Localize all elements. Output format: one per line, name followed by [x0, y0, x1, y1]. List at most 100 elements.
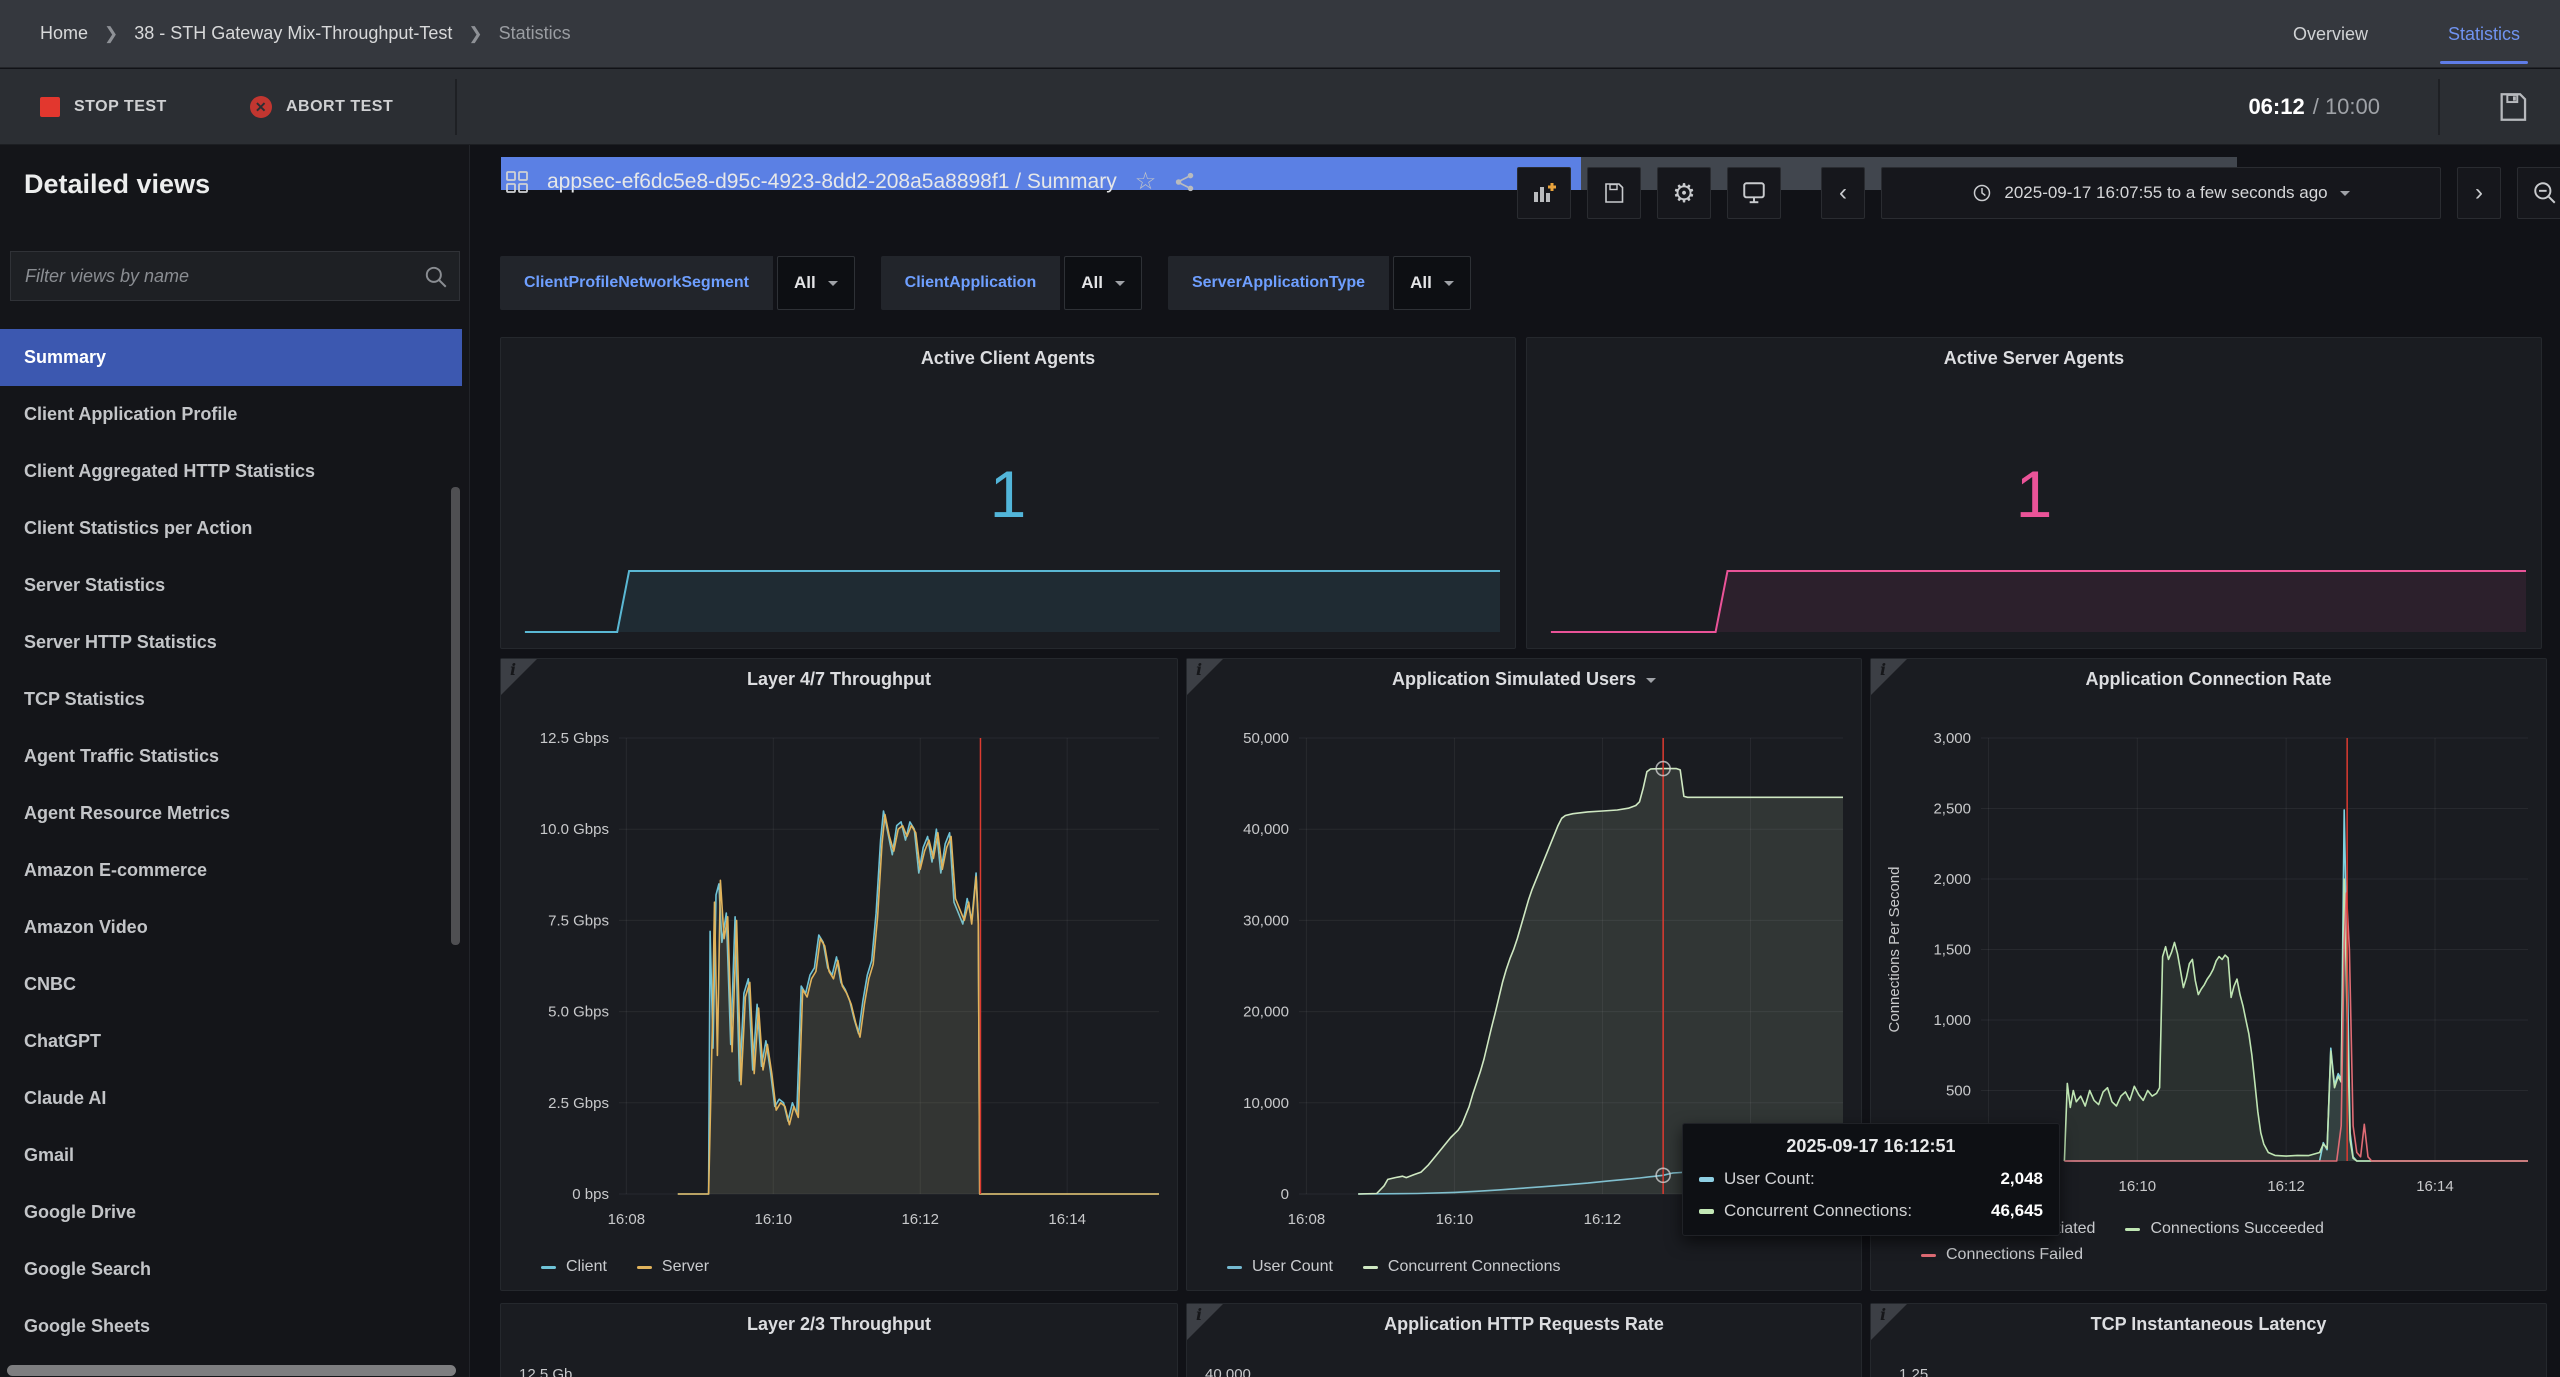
- sidebar-item-tcp-statistics[interactable]: TCP Statistics: [0, 671, 462, 728]
- panel-title[interactable]: Layer 2/3 Throughput: [501, 1314, 1177, 1335]
- dashboard-title[interactable]: appsec-ef6dc5e8-d95c-4923-8dd2-208a5a889…: [547, 170, 1117, 194]
- dashboard-settings-button[interactable]: ⚙: [1657, 167, 1711, 219]
- dashboard-variables-row: ClientProfileNetworkSegmentAllClientAppl…: [500, 256, 1497, 310]
- layer47-throughput-chart[interactable]: 16:0816:1016:1216:140 bps2.5 Gbps5.0 Gbp…: [501, 659, 1179, 1292]
- save-test-button[interactable]: [2496, 90, 2530, 124]
- tab-statistics[interactable]: Statistics: [2448, 0, 2520, 68]
- sidebar-item-agent-traffic-statistics[interactable]: Agent Traffic Statistics: [0, 728, 462, 785]
- variable-value-dropdown[interactable]: All: [777, 256, 855, 310]
- panel-title[interactable]: Active Client Agents: [501, 348, 1515, 369]
- sidebar-item-server-http-statistics[interactable]: Server HTTP Statistics: [0, 614, 462, 671]
- sidebar-item-client-aggregated-http-statistics[interactable]: Client Aggregated HTTP Statistics: [0, 443, 462, 500]
- svg-text:50,000: 50,000: [1243, 730, 1289, 747]
- svg-text:7.5 Gbps: 7.5 Gbps: [548, 912, 609, 929]
- sidebar-item-agent-resource-metrics[interactable]: Agent Resource Metrics: [0, 785, 462, 842]
- legend-series-label: Client: [566, 1258, 607, 1276]
- svg-text:10,000: 10,000: [1243, 1095, 1289, 1112]
- variable-label[interactable]: ClientProfileNetworkSegment: [500, 256, 773, 310]
- legend-item[interactable]: Concurrent Connections: [1363, 1258, 1561, 1276]
- svg-text:10.0 Gbps: 10.0 Gbps: [540, 821, 609, 838]
- panel-layer47-throughput: i Layer 4/7 Throughput 16:0816:1016:1216…: [500, 658, 1178, 1291]
- tab-overview[interactable]: Overview: [2293, 0, 2368, 68]
- stop-test-label: STOP TEST: [74, 98, 167, 116]
- zoom-out-time-button[interactable]: [2517, 167, 2560, 219]
- svg-text:16:08: 16:08: [1288, 1211, 1326, 1228]
- stat-value: 1: [501, 456, 1515, 532]
- chevron-down-icon: [2340, 191, 2350, 196]
- svg-text:40,000: 40,000: [1243, 821, 1289, 838]
- panel-active-client-agents: Active Client Agents 1: [500, 337, 1516, 649]
- dashboard-header: appsec-ef6dc5e8-d95c-4923-8dd2-208a5a889…: [470, 145, 2560, 240]
- variable-label[interactable]: ClientApplication: [881, 256, 1061, 310]
- chevron-down-icon: [1115, 281, 1125, 286]
- abort-test-button[interactable]: ✕ ABORT TEST: [250, 69, 393, 145]
- panel-title[interactable]: Application HTTP Requests Rate: [1187, 1314, 1861, 1335]
- tab-statistics-label: Statistics: [2448, 24, 2520, 45]
- panel-title[interactable]: TCP Instantaneous Latency: [1871, 1314, 2546, 1335]
- breadcrumb-item[interactable]: Home: [40, 23, 88, 44]
- save-dashboard-button[interactable]: [1587, 167, 1641, 219]
- svg-text:16:08: 16:08: [608, 1211, 646, 1228]
- tooltip-row: Concurrent Connections:46,645: [1699, 1201, 2043, 1221]
- sidebar-item-gmail[interactable]: Gmail: [0, 1127, 462, 1184]
- top-navigation-bar: Home ❯ 38 - STH Gateway Mix-Throughput-Tes…: [0, 0, 2560, 68]
- sidebar-item-amazon-e-commerce[interactable]: Amazon E-commerce: [0, 842, 462, 899]
- clock-icon: [1972, 183, 1992, 203]
- sidebar-horizontal-scrollbar[interactable]: [7, 1365, 456, 1376]
- time-shift-back-button[interactable]: ‹: [1821, 167, 1865, 219]
- elapsed-time: 06:12: [2248, 94, 2304, 120]
- sidebar-item-server-statistics[interactable]: Server Statistics: [0, 557, 462, 614]
- panel-title[interactable]: Active Server Agents: [1527, 348, 2541, 369]
- sidebar-item-google-sheets[interactable]: Google Sheets: [0, 1298, 462, 1355]
- sidebar-item-chatgpt[interactable]: ChatGPT: [0, 1013, 462, 1070]
- stop-icon: [40, 97, 60, 117]
- save-icon: [2496, 90, 2530, 124]
- variable-value-dropdown[interactable]: All: [1393, 256, 1471, 310]
- sidebar-item-client-application-profile[interactable]: Client Application Profile: [0, 386, 462, 443]
- chart-legend: User Count Concurrent Connections: [1227, 1258, 1849, 1276]
- legend-item[interactable]: Connections Failed: [1921, 1246, 2083, 1264]
- breadcrumb-item[interactable]: Statistics: [499, 23, 571, 44]
- legend-item[interactable]: Connections Succeeded: [2125, 1220, 2323, 1238]
- total-time: / 10:00: [2313, 94, 2380, 120]
- svg-text:16:14: 16:14: [1048, 1211, 1086, 1228]
- variable-filter: ClientApplicationAll: [881, 256, 1142, 310]
- svg-text:2,500: 2,500: [1933, 801, 1971, 818]
- variable-label[interactable]: ServerApplicationType: [1168, 256, 1389, 310]
- svg-text:16:12: 16:12: [901, 1211, 939, 1228]
- add-panel-button[interactable]: [1517, 167, 1571, 219]
- cycle-view-button[interactable]: [1727, 167, 1781, 219]
- star-icon[interactable]: ☆: [1135, 167, 1157, 196]
- legend-series-color: [1363, 1266, 1378, 1269]
- svg-text:Connections Per Second: Connections Per Second: [1886, 867, 1903, 1033]
- breadcrumb-item[interactable]: 38 - STH Gateway Mix-Throughput-Test: [134, 23, 452, 44]
- legend-series-color: [2125, 1228, 2140, 1231]
- sidebar-title: Detailed views: [0, 145, 469, 200]
- svg-text:16:10: 16:10: [2119, 1178, 2157, 1195]
- filter-views-input[interactable]: [11, 252, 459, 300]
- time-range-picker[interactable]: 2025-09-17 16:07:55 to a few seconds ago: [1881, 167, 2441, 219]
- legend-series-color: [1921, 1254, 1936, 1257]
- sidebar-item-summary[interactable]: Summary: [0, 329, 462, 386]
- sidebar-vertical-scrollbar[interactable]: [451, 487, 460, 945]
- sidebar-item-cnbc[interactable]: CNBC: [0, 956, 462, 1013]
- legend-item[interactable]: Client: [541, 1258, 607, 1276]
- detailed-views-sidebar: Detailed views SummaryClient Application…: [0, 145, 470, 1377]
- time-shift-forward-button[interactable]: ›: [2457, 167, 2501, 219]
- add-panel-icon: [1531, 180, 1557, 206]
- legend-series-label: Server: [662, 1258, 709, 1276]
- variable-value-dropdown[interactable]: All: [1064, 256, 1142, 310]
- stop-test-button[interactable]: STOP TEST: [40, 69, 167, 145]
- svg-text:16:12: 16:12: [1584, 1211, 1622, 1228]
- apps-grid-icon[interactable]: [505, 170, 529, 194]
- sidebar-item-google-drive[interactable]: Google Drive: [0, 1184, 462, 1241]
- legend-item[interactable]: User Count: [1227, 1258, 1333, 1276]
- share-icon[interactable]: [1174, 171, 1196, 193]
- breadcrumb-separator-icon: ❯: [468, 24, 482, 44]
- detailed-views-list: SummaryClient Application ProfileClient …: [0, 329, 462, 1355]
- legend-item[interactable]: Server: [637, 1258, 709, 1276]
- sidebar-item-amazon-video[interactable]: Amazon Video: [0, 899, 462, 956]
- sidebar-item-client-statistics-per-action[interactable]: Client Statistics per Action: [0, 500, 462, 557]
- sidebar-item-claude-ai[interactable]: Claude AI: [0, 1070, 462, 1127]
- sidebar-item-google-search[interactable]: Google Search: [0, 1241, 462, 1298]
